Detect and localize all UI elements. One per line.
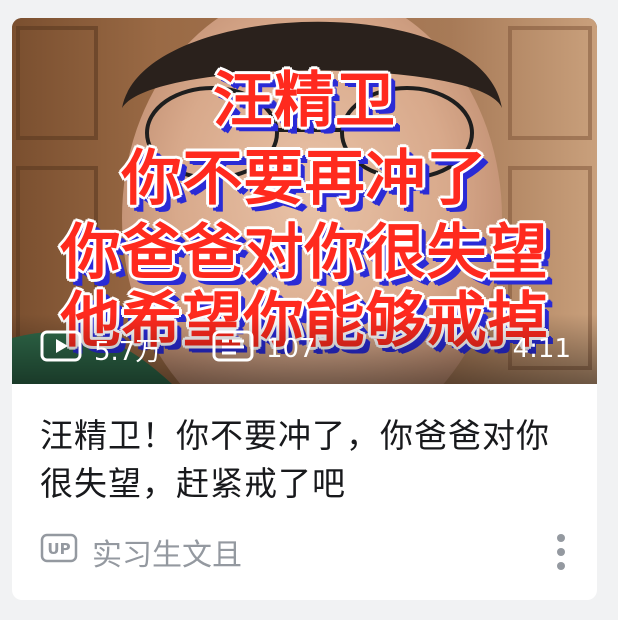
more-dot [557, 562, 565, 570]
video-duration: 4:11 [512, 334, 571, 364]
more-vertical-icon[interactable] [551, 534, 571, 570]
video-title[interactable]: 汪精卫！你不要冲了，你爸爸对你很失望，赶紧戒了吧 [40, 412, 570, 508]
uploader-row[interactable]: UP 实习生文且 [40, 533, 242, 573]
danmaku-icon [212, 330, 254, 369]
up-badge-icon: UP [40, 533, 78, 571]
more-dot [557, 534, 565, 542]
uploader-name[interactable]: 实习生文且 [92, 530, 242, 574]
video-card[interactable]: 汪精卫 你不要再冲了 你爸爸对你很失望 他希望你能够戒掉 5.7万 [12, 18, 597, 600]
cover-caption-line: 汪精卫 [213, 66, 396, 136]
cover-stats: 5.7万 107 4:11 [12, 330, 597, 369]
play-count: 5.7万 [40, 330, 162, 369]
more-dot [557, 548, 565, 556]
danmaku-count: 107 [212, 330, 316, 369]
play-count-value: 5.7万 [94, 336, 162, 367]
danmaku-count-value: 107 [266, 334, 316, 364]
play-count-icon [40, 330, 82, 369]
video-cover[interactable]: 汪精卫 你不要再冲了 你爸爸对你很失望 他希望你能够戒掉 5.7万 [12, 18, 597, 384]
up-badge-label: UP [47, 540, 70, 558]
cover-caption-line: 你爸爸对你很失望 [60, 218, 549, 288]
cover-caption-line: 你不要再冲了 [121, 144, 488, 214]
